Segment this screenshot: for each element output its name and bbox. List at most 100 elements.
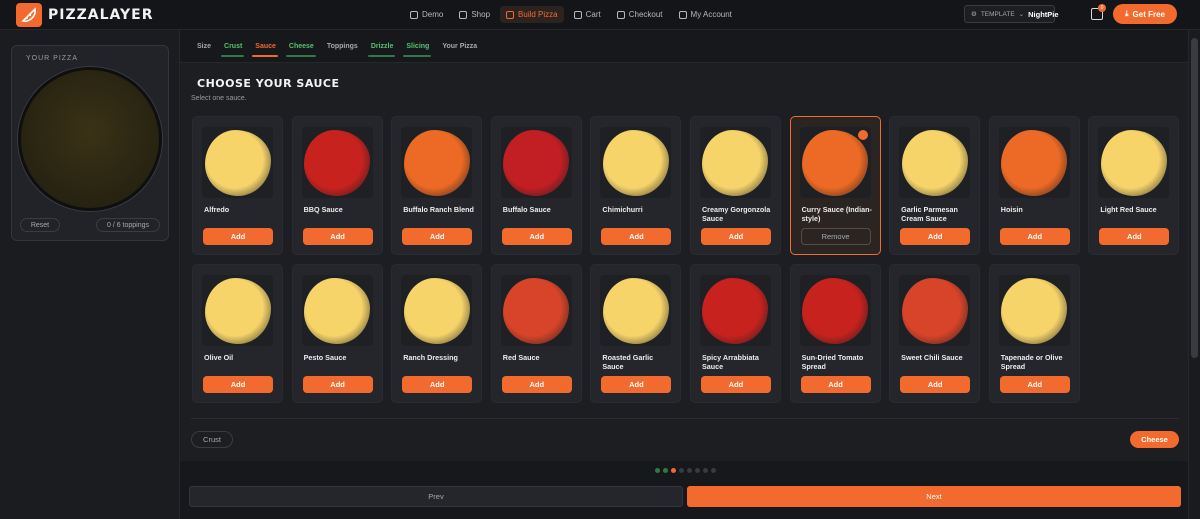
nav-item-demo[interactable]: Demo bbox=[404, 6, 449, 23]
sauce-card[interactable]: Pesto Sauce Add bbox=[291, 264, 383, 403]
sauce-card[interactable]: Buffalo Ranch Blend Add bbox=[391, 116, 483, 255]
add-button[interactable]: Add bbox=[1099, 228, 1170, 245]
sauce-swatch bbox=[304, 277, 371, 344]
sauce-name: Hoisin bbox=[1000, 205, 1023, 214]
sauce-card[interactable]: Hoisin Add bbox=[988, 116, 1080, 255]
sauce-card[interactable]: Sun-Dried Tomato Spread Add bbox=[789, 264, 881, 403]
sauce-name: Spicy Arrabbiata Sauce bbox=[701, 353, 759, 371]
back-to-crust-button[interactable]: Crust bbox=[191, 431, 233, 448]
progress-dot bbox=[695, 468, 700, 473]
scrollbar-thumb[interactable] bbox=[1191, 38, 1198, 358]
add-button[interactable]: Add bbox=[700, 228, 771, 245]
sauce-thumbnail bbox=[699, 275, 771, 346]
sauce-thumbnail bbox=[301, 127, 373, 198]
tab-cheese[interactable]: Cheese bbox=[284, 40, 322, 57]
nav-item-checkout[interactable]: Checkout bbox=[611, 6, 669, 23]
sauce-card[interactable]: Alfredo Add bbox=[192, 116, 283, 255]
sauce-card[interactable]: Ranch Dressing Add bbox=[391, 264, 483, 403]
sauce-swatch bbox=[802, 277, 869, 344]
add-button[interactable]: Add bbox=[700, 376, 771, 393]
tab-crust[interactable]: Crust bbox=[219, 40, 250, 57]
logo[interactable]: PIZZALAYER bbox=[16, 3, 154, 27]
sauce-card[interactable]: Red Sauce Add bbox=[490, 264, 582, 403]
add-button[interactable]: Add bbox=[900, 228, 971, 245]
add-button[interactable]: Add bbox=[999, 376, 1070, 393]
sauce-thumbnail bbox=[500, 275, 572, 346]
sauce-thumbnail bbox=[401, 275, 473, 346]
checkout-icon bbox=[616, 10, 625, 19]
add-button[interactable]: Add bbox=[302, 376, 373, 393]
sauce-card[interactable]: BBQ Sauce Add bbox=[291, 116, 383, 255]
progress-dot bbox=[655, 468, 660, 473]
sauce-swatch bbox=[403, 277, 470, 344]
sauce-name: Curry Sauce (Indian-style) bbox=[801, 205, 872, 223]
sauce-panel: Choose Your Sauce Select one sauce. Alfr… bbox=[180, 62, 1188, 461]
nav-item-label: Build Pizza bbox=[518, 10, 558, 19]
sauce-card[interactable]: Creamy Gorgonzola Sauce Add bbox=[689, 116, 781, 255]
add-button[interactable]: Add bbox=[402, 228, 473, 245]
forward-to-cheese-button[interactable]: Cheese bbox=[1130, 431, 1179, 448]
sauce-swatch bbox=[1001, 129, 1068, 196]
add-button[interactable]: Add bbox=[601, 376, 672, 393]
add-button[interactable]: Add bbox=[302, 228, 373, 245]
template-value: NightPie bbox=[1028, 9, 1059, 19]
tab-toppings[interactable]: Toppings bbox=[322, 40, 366, 57]
nav-item-shop[interactable]: Shop bbox=[453, 6, 496, 23]
nav-item-my-account[interactable]: My Account bbox=[673, 6, 738, 23]
progress-dot bbox=[687, 468, 692, 473]
sauce-card[interactable]: Curry Sauce (Indian-style) Remove bbox=[789, 116, 881, 255]
nav-item-build-pizza[interactable]: Build Pizza bbox=[500, 6, 564, 23]
sauce-name: Sun-Dried Tomato Spread bbox=[801, 353, 864, 371]
add-button[interactable]: Add bbox=[203, 228, 273, 245]
sauce-card[interactable]: Tapenade or Olive Spread Add bbox=[988, 264, 1080, 403]
tab-drizzle[interactable]: Drizzle bbox=[366, 40, 402, 57]
progress-dot bbox=[679, 468, 684, 473]
sauce-name: Alfredo bbox=[204, 205, 230, 214]
get-free-button[interactable]: ⤓ Get Free bbox=[1113, 4, 1177, 24]
add-button[interactable]: Add bbox=[203, 376, 273, 393]
reset-button[interactable]: Reset bbox=[20, 218, 60, 232]
sauce-card[interactable]: Roasted Garlic Sauce Add bbox=[590, 264, 682, 403]
add-button[interactable]: Add bbox=[501, 376, 572, 393]
gear-icon: ⚙ bbox=[971, 11, 977, 18]
sauce-swatch bbox=[503, 277, 570, 344]
sauce-swatch bbox=[1100, 129, 1167, 196]
template-label: TEMPLATE bbox=[980, 10, 1015, 18]
nav-item-label: Demo bbox=[422, 10, 444, 19]
sauce-card[interactable]: Garlic Parmesan Cream Sauce Add bbox=[889, 116, 981, 255]
sauce-thumbnail bbox=[699, 127, 771, 198]
sauce-name: Pesto Sauce bbox=[303, 353, 347, 362]
tab-size[interactable]: Size bbox=[192, 40, 219, 57]
sauce-card[interactable]: Buffalo Sauce Add bbox=[490, 116, 582, 255]
template-switcher[interactable]: ⚙ TEMPLATE ⌄ NightPie bbox=[964, 5, 1059, 23]
nav-item-cart[interactable]: Cart bbox=[568, 6, 607, 23]
sauce-swatch bbox=[204, 129, 271, 196]
shop-icon bbox=[459, 10, 468, 19]
tab-sauce[interactable]: Sauce bbox=[250, 40, 284, 57]
toppings-count: 0 / 6 toppings bbox=[96, 218, 160, 232]
pizza-icon bbox=[506, 10, 515, 19]
tab-your-pizza[interactable]: Your Pizza bbox=[437, 40, 485, 57]
add-button[interactable]: Add bbox=[900, 376, 971, 393]
sauce-card[interactable]: Chimichurri Add bbox=[590, 116, 682, 255]
sauce-thumbnail bbox=[1098, 127, 1170, 198]
tab-slicing[interactable]: Slicing bbox=[401, 40, 437, 57]
add-button[interactable]: Add bbox=[800, 376, 871, 393]
add-button[interactable]: Add bbox=[402, 376, 473, 393]
add-button[interactable]: Add bbox=[601, 228, 672, 245]
next-button[interactable]: Next bbox=[687, 486, 1181, 507]
brand-name: PIZZALAYER bbox=[48, 7, 154, 23]
sauce-card[interactable]: Olive Oil Add bbox=[192, 264, 283, 403]
pizza-preview bbox=[18, 67, 162, 211]
add-button[interactable]: Add bbox=[999, 228, 1070, 245]
sauce-card[interactable]: Spicy Arrabbiata Sauce Add bbox=[689, 264, 781, 403]
sauce-swatch bbox=[802, 129, 869, 196]
sauce-swatch bbox=[602, 277, 669, 344]
sauce-card[interactable]: Sweet Chili Sauce Add bbox=[889, 264, 981, 403]
scrollbar[interactable] bbox=[1188, 30, 1200, 519]
prev-button[interactable]: Prev bbox=[189, 486, 683, 507]
sauce-card[interactable]: Light Red Sauce Add bbox=[1088, 116, 1180, 255]
sauce-name: Olive Oil bbox=[204, 353, 234, 362]
remove-button[interactable]: Remove bbox=[800, 228, 871, 245]
add-button[interactable]: Add bbox=[501, 228, 572, 245]
